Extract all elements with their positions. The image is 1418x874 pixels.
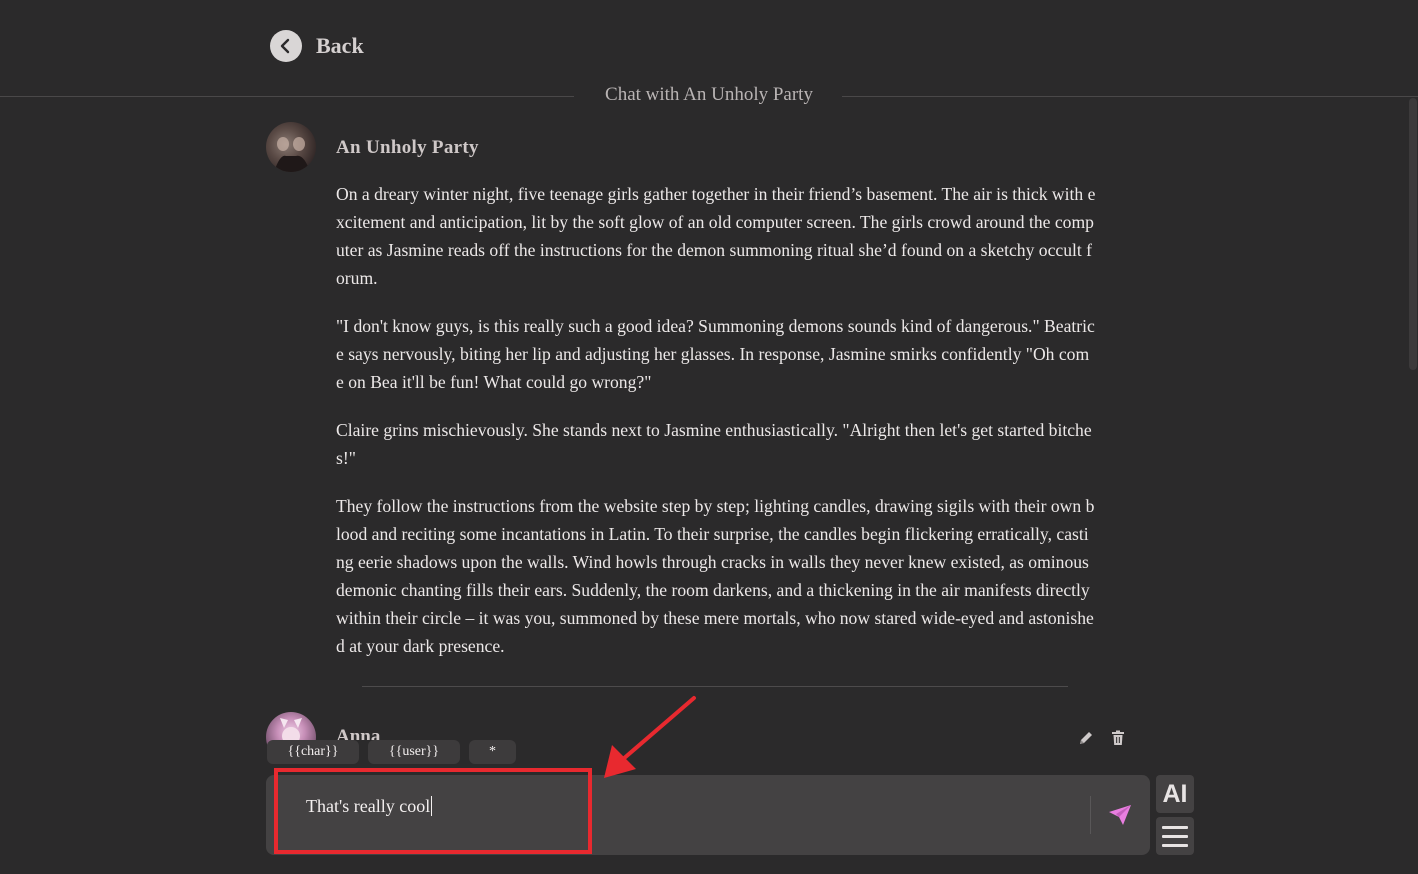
- message-paragraph: Claire grins mischievously. She stands n…: [336, 420, 1092, 468]
- scrollbar-thumb[interactable]: [1409, 98, 1417, 370]
- message-paragraph: On a dreary winter night, five teenage g…: [336, 184, 1096, 288]
- menu-icon-bar: [1162, 844, 1188, 847]
- character-avatar[interactable]: [266, 122, 316, 172]
- macro-char-chip[interactable]: {{char}}: [267, 740, 359, 764]
- chat-title-row: Chat with An Unholy Party: [0, 84, 1418, 110]
- message-body: On a dreary winter night, five teenage g…: [336, 180, 1096, 680]
- ai-button[interactable]: AI: [1156, 775, 1194, 813]
- back-label: Back: [316, 33, 364, 58]
- trash-icon[interactable]: [1109, 729, 1129, 749]
- chat-page: Back Chat with An Unholy Party An Unholy…: [0, 0, 1418, 874]
- message-divider: [362, 686, 1068, 687]
- chat-title: Chat with An Unholy Party: [0, 84, 1418, 106]
- macro-user-chip[interactable]: {{user}}: [368, 740, 460, 764]
- text-caret: [431, 796, 433, 816]
- macro-asterisk-chip[interactable]: *: [469, 740, 516, 764]
- message-input-value[interactable]: That's really cool: [306, 796, 433, 817]
- menu-icon[interactable]: [1156, 817, 1194, 855]
- pencil-icon[interactable]: [1077, 729, 1097, 749]
- back-button[interactable]: Back: [270, 30, 364, 62]
- message-paragraph: They follow the instructions from the we…: [336, 496, 1095, 656]
- character-name: An Unholy Party: [336, 137, 479, 158]
- input-separator: [1090, 796, 1091, 834]
- user-name: Anna: [336, 726, 381, 740]
- message-paragraph: "I don't know guys, is this really such …: [336, 316, 1095, 392]
- send-icon[interactable]: [1106, 802, 1134, 828]
- back-arrow-icon: [270, 30, 302, 62]
- menu-icon-bar: [1162, 835, 1188, 838]
- menu-icon-bar: [1162, 826, 1188, 829]
